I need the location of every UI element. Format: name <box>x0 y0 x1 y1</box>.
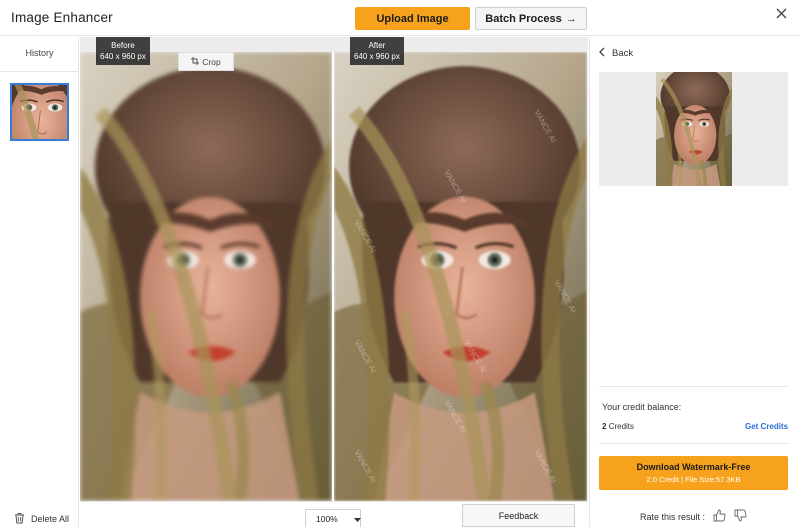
app-title: Image Enhancer <box>11 10 113 25</box>
history-thumbnail[interactable] <box>10 83 69 141</box>
download-info: 2.0 Credit | File Size:57.3KB <box>646 475 741 484</box>
thumbs-up-icon[interactable] <box>713 509 726 524</box>
divider <box>599 443 788 444</box>
watermark-text: VANCE AI <box>442 169 468 205</box>
image-enhancer-app: Image Enhancer Upload Image Batch Proces… <box>0 0 799 527</box>
batch-process-label: Batch Process <box>485 12 562 25</box>
before-size: 640 x 960 px <box>100 52 146 61</box>
close-icon[interactable] <box>773 5 789 21</box>
divider <box>599 386 788 387</box>
trash-icon <box>14 512 25 526</box>
watermark-text: VANCE AI <box>532 109 558 145</box>
watermark-text: VANCE AI <box>552 279 578 315</box>
zoom-value: 100% <box>316 513 338 524</box>
before-label: Before <box>111 41 135 50</box>
get-credits-link[interactable]: Get Credits <box>745 422 788 431</box>
batch-process-button[interactable]: Batch Process → <box>475 7 587 30</box>
compare-toolbar: 100% Feedback <box>80 501 588 527</box>
before-badge: Before 640 x 960 px <box>96 37 150 65</box>
download-label: Download Watermark-Free <box>636 462 751 472</box>
crop-icon <box>191 56 200 67</box>
watermark-overlay: VANCE AI VANCE AI VANCE AI VANCE AI VANC… <box>352 109 578 485</box>
after-size: 640 x 960 px <box>354 52 400 61</box>
rate-result: Rate this result : <box>640 509 747 524</box>
before-image[interactable] <box>80 52 332 501</box>
result-preview-image <box>656 72 732 186</box>
delete-all-label: Delete All <box>31 514 70 524</box>
credits-count: 2 Credits <box>602 422 634 431</box>
after-image[interactable]: VANCE AI VANCE AI VANCE AI VANCE AI VANC… <box>334 52 587 501</box>
caret-down-icon <box>353 514 361 524</box>
after-label: After <box>368 41 386 50</box>
after-badge: After 640 x 960 px <box>350 37 404 65</box>
arrow-right-icon: → <box>565 12 577 25</box>
watermark-text: VANCE AI <box>442 399 468 435</box>
delete-all-button[interactable]: Delete All <box>14 512 69 526</box>
history-panel: History Delete All <box>0 37 79 527</box>
zoom-select[interactable]: 100% <box>305 509 361 527</box>
history-label: History <box>25 48 54 58</box>
crop-label: Crop <box>202 56 221 67</box>
watermark-text: VANCE AI <box>462 339 488 375</box>
divider <box>0 71 79 72</box>
back-button[interactable]: Back <box>599 47 633 60</box>
download-watermark-free-button[interactable]: Download Watermark-Free 2.0 Credit | Fil… <box>599 456 788 490</box>
result-sidebar: Back Your credit balance: 2 Credits Get … <box>589 37 799 527</box>
result-preview <box>599 72 788 186</box>
upload-image-button[interactable]: Upload Image <box>355 7 470 30</box>
crop-button[interactable]: Crop <box>178 52 234 71</box>
watermark-text: VANCE AI <box>352 449 378 485</box>
compare-area: VANCE AI VANCE AI VANCE AI VANCE AI VANC… <box>80 37 588 527</box>
watermark-text: VANCE AI <box>352 339 378 375</box>
watermark-text: VANCE AI <box>352 219 378 255</box>
credits-unit: Credits <box>608 422 635 431</box>
rate-label: Rate this result : <box>640 511 706 522</box>
credit-balance-label: Your credit balance: <box>602 402 682 412</box>
chevron-left-icon <box>599 47 605 60</box>
feedback-button[interactable]: Feedback <box>462 504 575 527</box>
credits-number: 2 <box>602 422 607 431</box>
watermark-text: VANCE AI <box>532 449 558 485</box>
top-header: Image Enhancer Upload Image Batch Proces… <box>0 0 799 36</box>
back-label: Back <box>612 48 634 59</box>
thumbs-down-icon[interactable] <box>734 509 747 524</box>
